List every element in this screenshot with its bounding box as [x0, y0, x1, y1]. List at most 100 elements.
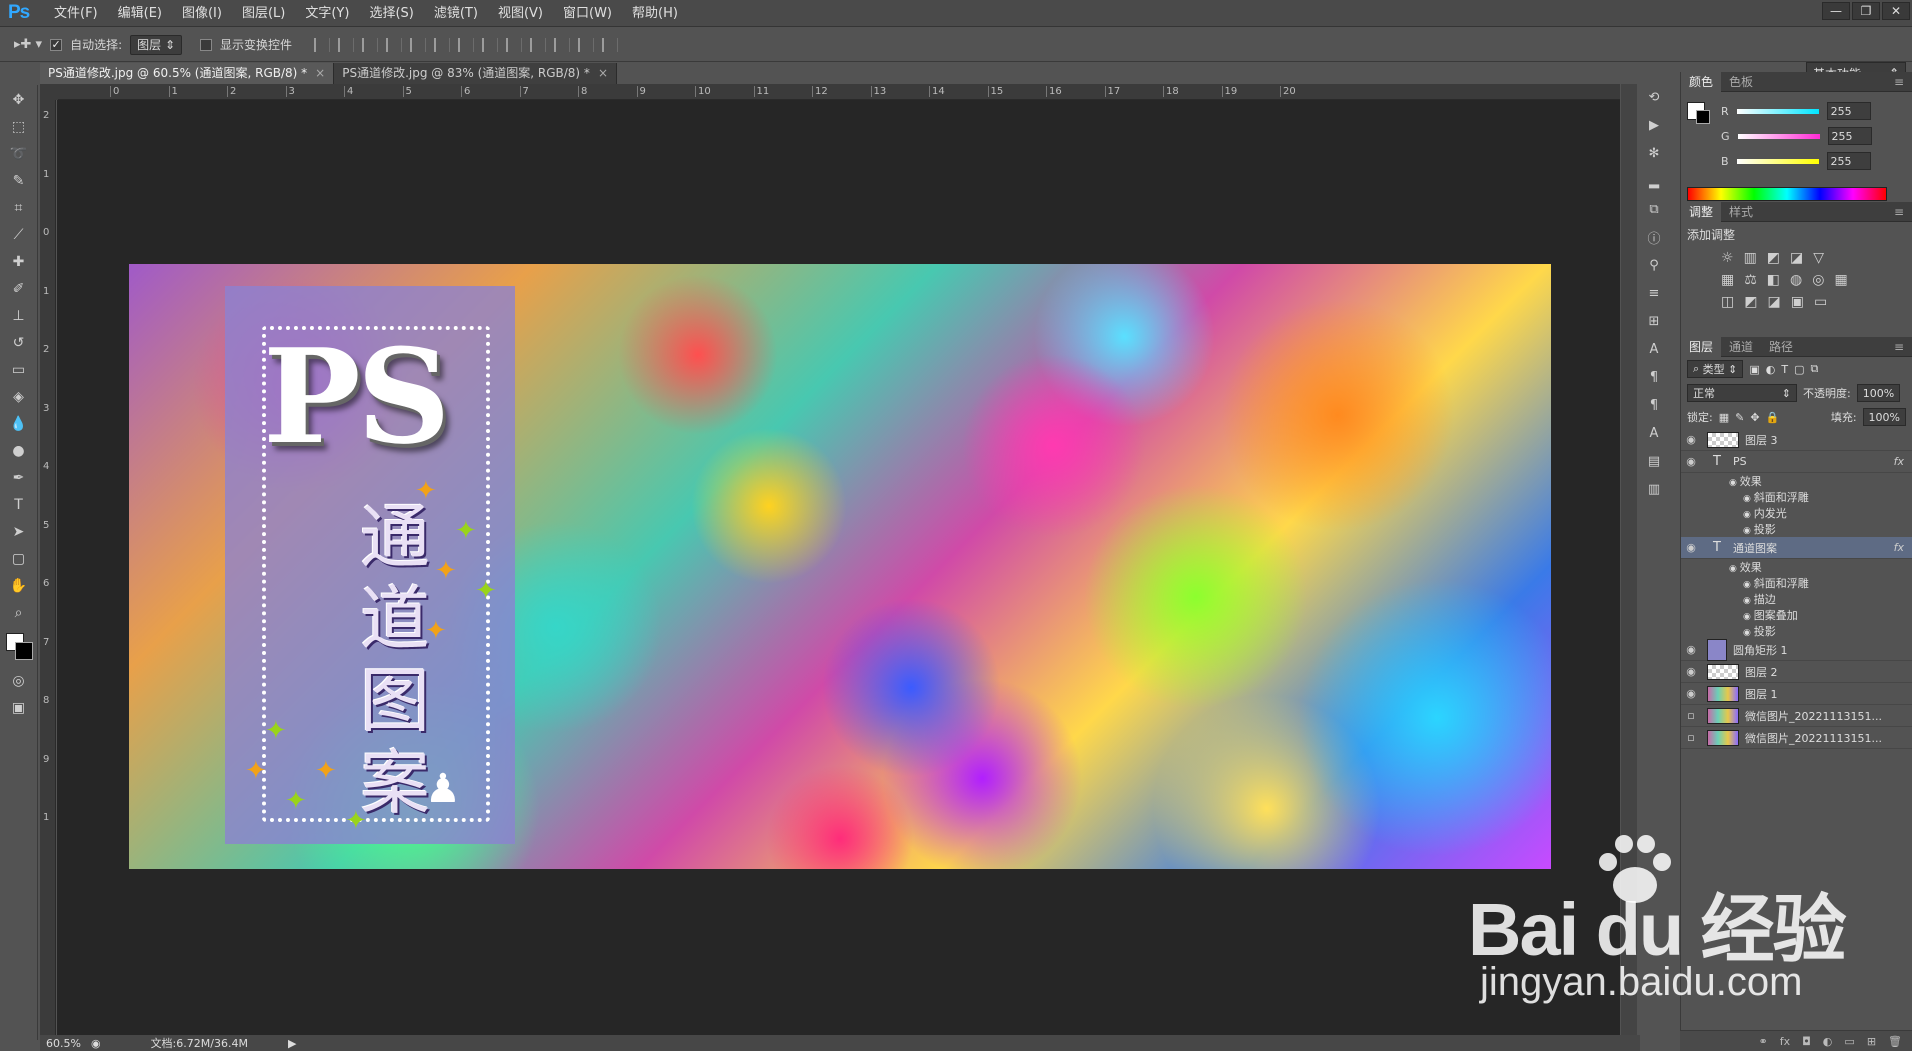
eyedropper-tool-icon[interactable]: ⟋	[6, 223, 32, 247]
visibility-off-icon[interactable]: ▫	[1681, 731, 1701, 744]
color-swatches[interactable]	[4, 631, 34, 663]
eye-icon[interactable]: ◉	[1681, 665, 1701, 678]
menu-item-5[interactable]: 选择(S)	[359, 0, 423, 27]
color-spectrum[interactable]	[1687, 187, 1887, 201]
quick-select-tool-icon[interactable]: ✎	[6, 169, 32, 193]
eye-icon[interactable]: ◉	[1729, 564, 1740, 574]
dodge-tool-icon[interactable]: ●	[6, 439, 32, 463]
eye-icon[interactable]: ◉	[1681, 643, 1701, 656]
exposure-icon[interactable]: ◪	[1790, 250, 1803, 266]
link-layers-icon[interactable]: ⚭	[1758, 1035, 1767, 1048]
fx-icon[interactable]: fx	[1894, 541, 1904, 554]
eye-icon[interactable]: ◉	[1743, 580, 1754, 590]
new-adjustment-icon[interactable]: ◐	[1823, 1035, 1833, 1048]
blend-mode-dropdown[interactable]: 正常 ⇕	[1687, 384, 1797, 402]
eye-icon[interactable]: ◉	[1681, 433, 1701, 446]
tab-styles[interactable]: 样式	[1721, 202, 1761, 222]
path-select-tool-icon[interactable]: ➤	[6, 520, 32, 544]
filter-adjust-icon[interactable]: ◐	[1766, 363, 1776, 376]
align-hcenter-icon[interactable]	[410, 37, 427, 52]
menu-item-9[interactable]: 帮助(H)	[622, 0, 688, 27]
paragraph-icon[interactable]: ¶	[1643, 366, 1665, 388]
paint-bucket-tool-icon[interactable]: ◈	[6, 385, 32, 409]
tab-document-1[interactable]: PS通道修改.jpg @ 60.5% (通道图案, RGB/8) * ×	[40, 63, 335, 84]
menu-item-8[interactable]: 窗口(W)	[553, 0, 622, 27]
notes-icon[interactable]: ▤	[1643, 450, 1665, 472]
show-transform-checkbox[interactable]	[200, 38, 213, 51]
new-group-icon[interactable]: ▭	[1844, 1035, 1854, 1048]
panel-menu-icon[interactable]: ≡	[1886, 202, 1912, 222]
lock-transparency-icon[interactable]: ▦	[1719, 411, 1729, 424]
channel-mixer-icon[interactable]: ◎	[1812, 272, 1824, 288]
layer-effect-row[interactable]: ◉ 斜面和浮雕	[1681, 575, 1912, 591]
menu-item-7[interactable]: 视图(V)	[488, 0, 553, 27]
shape-tool-icon[interactable]: ▢	[6, 547, 32, 571]
eye-icon[interactable]: ◉	[1681, 541, 1701, 554]
blue-value[interactable]: 255	[1826, 152, 1871, 170]
move-tool-icon[interactable]: ✥	[6, 88, 32, 112]
zoom-level[interactable]: 60.5%	[46, 1037, 81, 1050]
tab-color[interactable]: 颜色	[1681, 71, 1722, 92]
threshold-icon[interactable]: ◪	[1767, 294, 1780, 310]
layer-row[interactable]: ◉ T 通道图案 fx	[1681, 537, 1912, 559]
eye-icon[interactable]: ◉	[1681, 687, 1701, 700]
paragraph-styles-icon[interactable]: A	[1643, 422, 1665, 444]
lock-all-icon[interactable]: 🔒	[1766, 411, 1780, 424]
color-balance-icon[interactable]: ⚖	[1744, 272, 1757, 288]
distribute-bottom-icon[interactable]	[506, 37, 523, 52]
lasso-tool-icon[interactable]: ➰	[6, 142, 32, 166]
status-icon[interactable]: ◉	[91, 1037, 101, 1050]
character-styles-icon[interactable]: ¶	[1643, 394, 1665, 416]
close-button[interactable]: ✕	[1882, 2, 1910, 20]
align-top-icon[interactable]	[314, 37, 331, 52]
visibility-off-icon[interactable]: ▫	[1681, 709, 1701, 722]
delete-layer-icon[interactable]: 🗑	[1888, 1035, 1902, 1048]
brightness-icon[interactable]: ☼	[1721, 250, 1734, 266]
layer-style-icon[interactable]: fx	[1780, 1035, 1790, 1048]
blue-slider[interactable]	[1736, 158, 1819, 164]
levels-icon[interactable]: ▥	[1744, 250, 1757, 266]
lock-pixels-icon[interactable]: ✎	[1735, 411, 1744, 424]
layer-row[interactable]: ◉ 图层 3	[1681, 429, 1912, 451]
zoom-tool-icon[interactable]: ⌕	[6, 601, 32, 625]
eye-icon[interactable]: ◉	[1729, 478, 1740, 488]
red-slider[interactable]	[1736, 108, 1819, 114]
type-tool-icon[interactable]: T	[6, 493, 32, 517]
layer-row[interactable]: ◉ 圆角矩形 1	[1681, 638, 1912, 661]
blur-tool-icon[interactable]: 💧	[6, 412, 32, 436]
close-icon[interactable]: ×	[598, 66, 608, 80]
layer-row[interactable]: ◉ T PS fx	[1681, 451, 1912, 473]
align-vcenter-icon[interactable]	[338, 37, 355, 52]
eye-icon[interactable]: ◉	[1681, 455, 1701, 468]
auto-align-icon[interactable]	[602, 37, 619, 52]
tab-layers[interactable]: 图层	[1681, 336, 1722, 357]
align-right-icon[interactable]	[434, 37, 451, 52]
character-icon[interactable]: A	[1643, 338, 1665, 360]
eye-icon[interactable]: ◉	[1743, 628, 1754, 638]
minimize-button[interactable]: —	[1822, 2, 1850, 20]
add-mask-icon[interactable]: ◘	[1802, 1035, 1811, 1048]
layer-effect-row[interactable]: ◉ 斜面和浮雕	[1681, 489, 1912, 505]
actions-icon[interactable]: ▶	[1643, 114, 1665, 136]
document-image[interactable]: PS 通道图案 ✦ ✦ ✦ ✦ ✦ ✦ ✦ ✦ ✦ ✦ ♟	[129, 264, 1551, 869]
eye-icon[interactable]: ◉	[1743, 596, 1754, 606]
crop-tool-icon[interactable]: ⌗	[6, 196, 32, 220]
align-left-icon[interactable]	[386, 37, 403, 52]
fill-input[interactable]: 100%	[1862, 408, 1906, 426]
selective-color-icon[interactable]: ▣	[1791, 294, 1804, 310]
layer-row[interactable]: ▫ 微信图片_20221113151...	[1681, 705, 1912, 727]
brush-settings-icon[interactable]: ✻	[1643, 142, 1665, 164]
opacity-input[interactable]: 100%	[1856, 384, 1901, 402]
auto-select-checkbox[interactable]: ✓	[50, 38, 63, 51]
timeline-icon[interactable]: ▥	[1643, 478, 1665, 500]
eraser-tool-icon[interactable]: ▭	[6, 358, 32, 382]
posterize-icon[interactable]: ◩	[1744, 294, 1757, 310]
history-icon[interactable]: ⟲	[1643, 86, 1665, 108]
distribute-left-icon[interactable]	[530, 37, 547, 52]
panel-menu-icon[interactable]: ≡	[1886, 337, 1912, 357]
invert-icon[interactable]: ◫	[1721, 294, 1734, 310]
history-brush-tool-icon[interactable]: ↺	[6, 331, 32, 355]
screen-mode-icon[interactable]: ▣	[6, 696, 32, 720]
menu-item-0[interactable]: 文件(F)	[44, 0, 108, 27]
quick-mask-icon[interactable]: ◎	[6, 669, 32, 693]
